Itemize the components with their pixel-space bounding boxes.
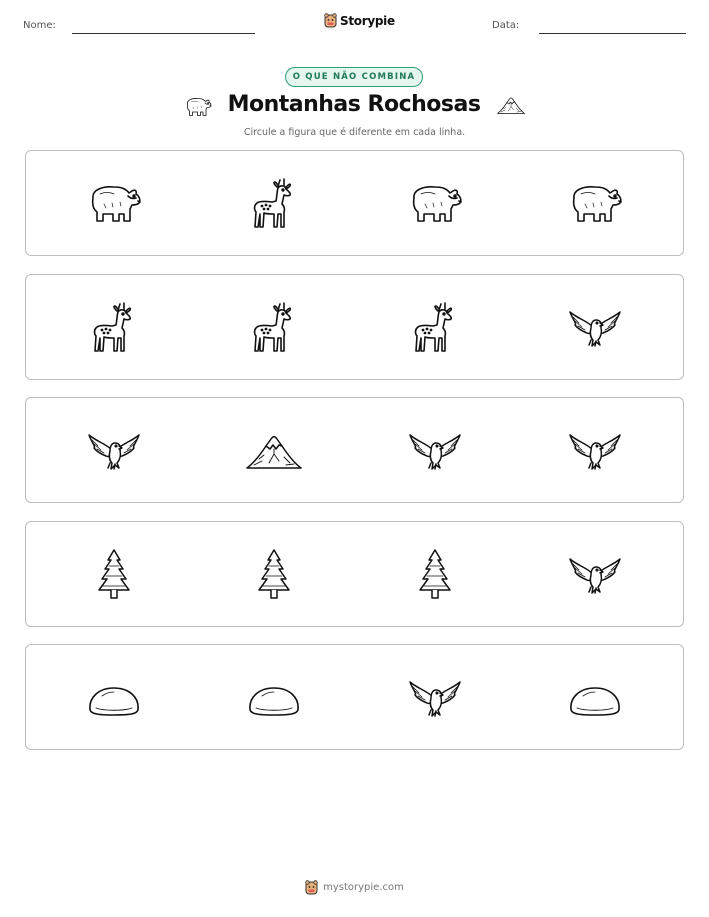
deer-icon — [244, 298, 304, 358]
deer-picture[interactable] — [84, 298, 144, 358]
eagle-icon — [565, 421, 625, 481]
bear-icon — [84, 174, 144, 234]
mountain-icon — [244, 421, 304, 481]
storypie-logo: Storypie — [324, 13, 395, 28]
pine-tree-picture[interactable] — [405, 545, 465, 605]
page-title: Montanhas Rochosas — [227, 92, 481, 117]
puzzle-row-1 — [25, 150, 684, 256]
deer-icon — [84, 298, 144, 358]
puzzle-row-2 — [25, 274, 684, 380]
rock-icon — [244, 668, 304, 728]
bear-icon — [181, 92, 215, 122]
rock-icon — [84, 668, 144, 728]
worksheet-type-badge: O QUE NÃO COMBINA — [285, 67, 423, 87]
eagle-icon — [84, 421, 144, 481]
deer-picture[interactable] — [244, 174, 304, 234]
eagle-icon — [565, 298, 625, 358]
name-label: Nome: — [23, 20, 56, 31]
eagle-icon — [565, 545, 625, 605]
pine-tree-icon — [84, 545, 144, 605]
bear-picture[interactable] — [405, 174, 465, 234]
rock-picture[interactable] — [84, 668, 144, 728]
eagle-picture[interactable] — [405, 668, 465, 728]
eagle-picture[interactable] — [565, 298, 625, 358]
pine-tree-icon — [405, 545, 465, 605]
eagle-picture[interactable] — [84, 421, 144, 481]
deer-icon — [405, 298, 465, 358]
bear-icon — [565, 174, 625, 234]
puzzle-row-3 — [25, 397, 684, 503]
deer-picture[interactable] — [244, 298, 304, 358]
pine-tree-icon — [244, 545, 304, 605]
puzzle-row-5 — [25, 644, 684, 750]
date-label: Data: — [492, 20, 520, 31]
name-field[interactable] — [72, 33, 255, 34]
storypie-mascot-icon — [324, 13, 337, 28]
brand-name: Storypie — [340, 13, 395, 28]
rock-icon — [565, 668, 625, 728]
instructions: Circule a figura que é diferente em cada… — [243, 127, 466, 138]
rock-picture[interactable] — [244, 668, 304, 728]
bear-picture[interactable] — [84, 174, 144, 234]
eagle-icon — [405, 421, 465, 481]
bear-icon — [405, 174, 465, 234]
pine-tree-picture[interactable] — [244, 545, 304, 605]
eagle-picture[interactable] — [565, 421, 625, 481]
mountain-picture[interactable] — [244, 421, 304, 481]
footer-url[interactable]: mystorypie.com — [323, 882, 404, 893]
bear-picture[interactable] — [565, 174, 625, 234]
eagle-picture[interactable] — [405, 421, 465, 481]
eagle-picture[interactable] — [565, 545, 625, 605]
footer: mystorypie.com — [0, 880, 709, 895]
rock-picture[interactable] — [565, 668, 625, 728]
deer-icon — [244, 174, 304, 234]
mountain-icon — [494, 90, 528, 120]
eagle-icon — [405, 668, 465, 728]
puzzle-row-4 — [25, 521, 684, 627]
storypie-mascot-icon — [305, 880, 318, 895]
date-field[interactable] — [539, 33, 686, 34]
deer-picture[interactable] — [405, 298, 465, 358]
pine-tree-picture[interactable] — [84, 545, 144, 605]
